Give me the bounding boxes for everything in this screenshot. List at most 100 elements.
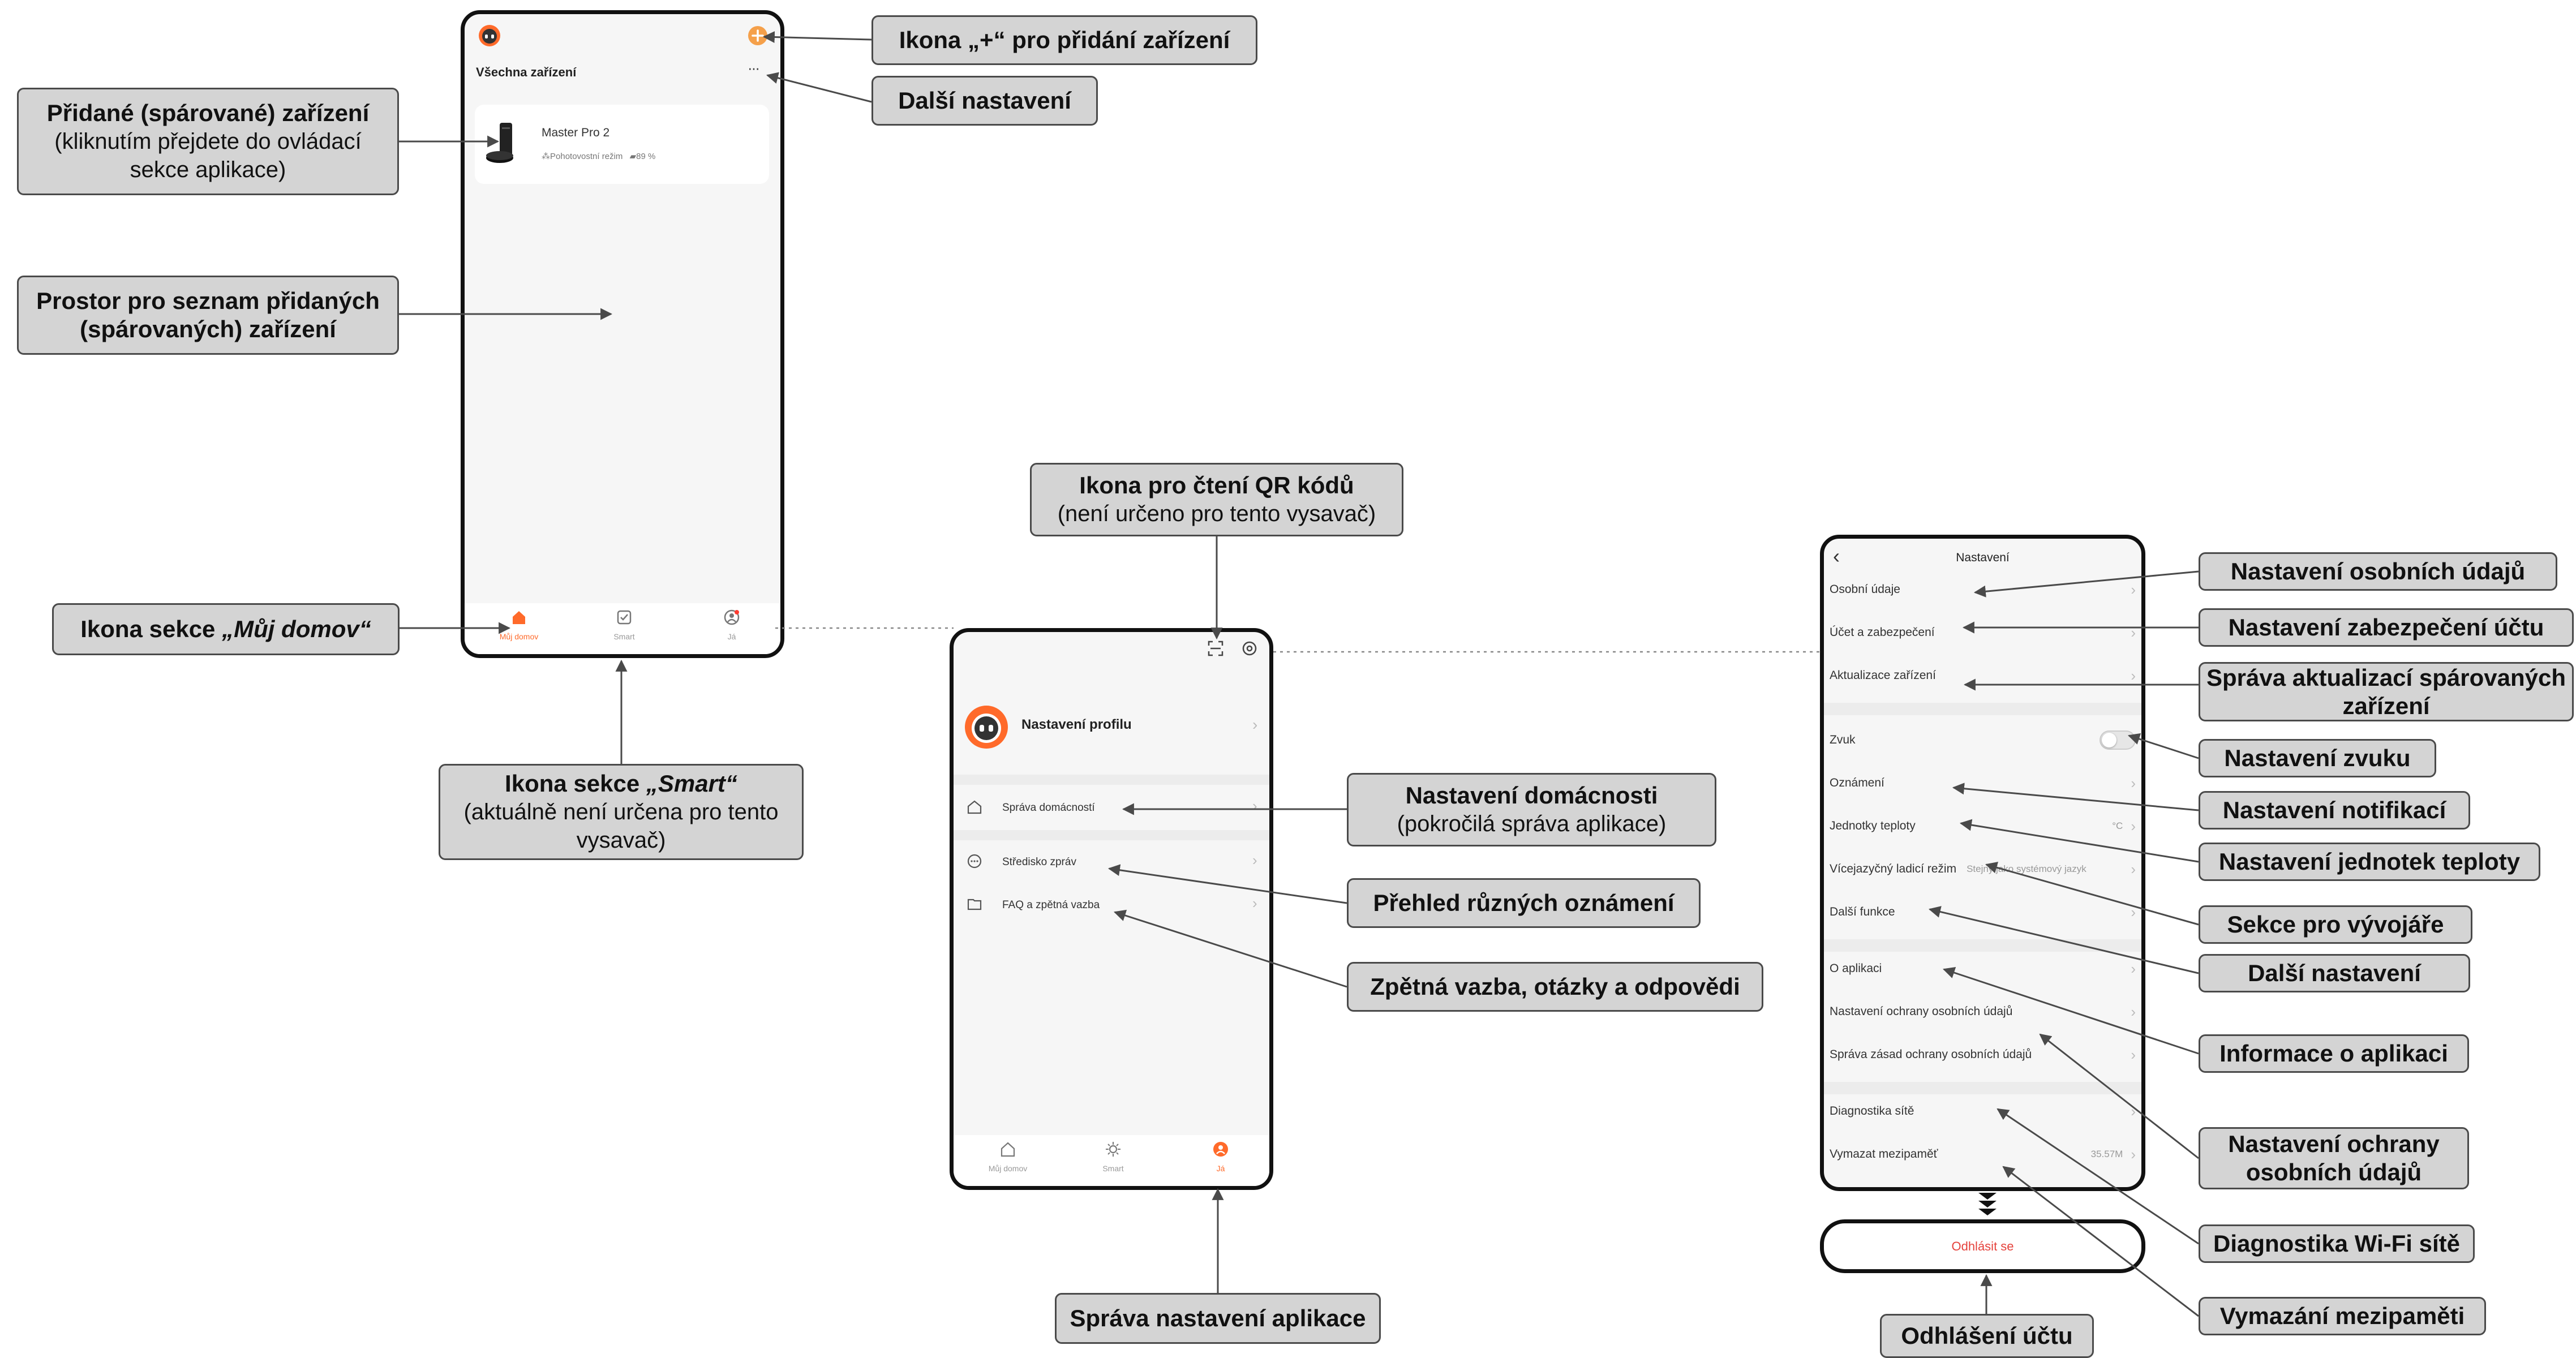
bottom-tab-bar: Můj domov Smart Já [465,603,780,654]
sound-toggle[interactable] [2100,730,2136,750]
tab-smart[interactable]: Smart [1079,1141,1147,1173]
qr-scan-icon[interactable] [1207,640,1224,657]
callout-paired-device: Přidané (spárované) zařízení (kliknutím … [17,88,399,195]
callout-logout: Odhlášení účtu [1880,1314,2094,1358]
profile-avatar [964,704,1009,750]
checkbox-icon [617,610,632,625]
menu-item-message-center[interactable]: Středisko zpráv › [954,843,1269,882]
book-icon [967,899,982,910]
chevron-right-icon: › [1252,852,1257,869]
profile-row[interactable]: Nastavení profilu › [954,700,1269,757]
callout-personal-data: Nastavení osobních údajů [2199,552,2557,591]
callout-account-security: Nastavení zabezpečení účtu [2199,608,2574,647]
settings-gear-icon[interactable] [1241,640,1258,657]
chevron-right-icon: › [2131,624,2136,641]
app-avatar-icon[interactable] [478,24,501,47]
callout-temperature: Nastavení jednotek teploty [2199,843,2540,881]
settings-row-more-features[interactable]: Další funkce › [1830,891,2136,934]
chevron-right-icon: › [2131,581,2136,598]
settings-row-clear-cache[interactable]: Vymazat mezipaměť 35.57M › [1830,1133,2136,1176]
menu-item-label: Správa domácností [1002,802,1095,814]
phone-settings: ‹ Nastavení Osobní údaje › Účet a zabezpe… [1820,535,2145,1191]
device-name: Master Pro 2 [542,126,610,139]
settings-row-temperature[interactable]: Jednotky teploty °C › [1830,805,2136,848]
menu-item-faq[interactable]: FAQ a zpětná vazba › [954,886,1269,925]
callout-qr-icon: Ikona pro čtení QR kódů (není určeno pro… [1030,463,1403,536]
callout-wifi-diagnostics: Diagnostika Wi-Fi sítě [2199,1224,2475,1263]
callout-sound: Nastavení zvuku [2199,739,2436,777]
callout-device-updates: Správa aktualizací spárovaných zařízení [2199,662,2574,721]
device-status: ⁂Pohotovostní režim ▰89 % [542,152,656,161]
menu-item-label: Středisko zpráv [1002,856,1076,868]
settings-row-notifications[interactable]: Oznámení › [1830,762,2136,805]
settings-row-account-security[interactable]: Účet a zabezpečení › [1830,611,2136,654]
sun-icon [1106,1142,1120,1157]
menu-item-label: FAQ a zpětná vazba [1002,899,1100,911]
callout-notifications: Nastavení notifikací [2199,791,2470,830]
user-icon [1213,1142,1228,1157]
annotated-screenshot: Všechna zařízení ··· Master Pro 2 ⁂Pohot… [0,0,2576,1358]
settings-row-privacy-settings[interactable]: Nastavení ochrany osobních údajů › [1830,990,2136,1033]
section-gap [954,830,1269,840]
settings-row-about[interactable]: O aplikaci › [1830,947,2136,990]
callout-clear-cache: Vymazání mezipaměti [2199,1297,2486,1335]
chevron-right-icon: › [1252,797,1257,814]
tab-me[interactable]: Já [698,609,766,641]
callout-feedback: Zpětná vazba, otázky a odpovědi [1347,962,1763,1012]
settings-row-network-diagnostics[interactable]: Diagnostika sítě › [1830,1090,2136,1133]
profile-settings-label: Nastavení profilu [1021,717,1132,732]
home-icon [1001,1142,1015,1157]
section-gap [954,775,1269,785]
chevron-right-icon: › [2131,1003,2136,1020]
callout-home-icon: Ikona sekce „Můj domov“ [52,603,400,655]
device-card[interactable]: Master Pro 2 ⁂Pohotovostní režim ▰89 % [475,105,769,184]
add-device-icon[interactable] [748,25,768,46]
chevron-right-icon: › [2131,1102,2136,1120]
callout-about: Informace o aplikaci [2199,1034,2469,1073]
callout-privacy: Nastavení ochrany osobních údajů [2199,1127,2469,1189]
connector-arrows [399,31,2199,1317]
house-icon [967,800,982,814]
callout-developers: Sekce pro vývojáře [2199,905,2472,944]
page-title: Všechna zařízení [476,65,577,79]
page-title: Nastavení [1956,551,2010,564]
settings-row-sound: Zvuk [1830,719,2136,762]
phone-me: Nastavení profilu › Správa domácností › … [950,628,1273,1190]
settings-row-personal-data[interactable]: Osobní údaje › [1830,568,2136,611]
chevron-right-icon: › [2131,960,2136,977]
home-icon [513,611,525,624]
section-gap [1824,703,2141,715]
settings-row-debug-mode[interactable]: Vícejazyčný ladicí režim Stejný jako syst… [1830,848,2136,891]
chevron-right-icon: › [2131,667,2136,684]
settings-row-privacy-policy[interactable]: Správa zásad ochrany osobních údajů › [1830,1033,2136,1076]
callout-more-settings-2: Další nastavení [2199,954,2470,992]
standby-icon: ⁂ [542,152,550,161]
battery-icon: ▰ [629,152,637,161]
callout-more-settings-top: Další nastavení [871,76,1098,126]
tab-my-home[interactable]: Můj domov [485,609,553,641]
chat-bubble-icon [967,854,982,869]
user-icon [724,609,740,625]
chevron-right-icon: › [2131,903,2136,921]
tab-me[interactable]: Já [1187,1141,1255,1173]
chevron-right-icon: › [1252,895,1257,912]
scroll-down-icon [1975,1191,2000,1218]
callout-smart-icon: Ikona sekce „Smart“ (aktuálně není určen… [439,764,804,860]
callout-device-list-space: Prostor pro seznam přidaných (spárovanýc… [17,276,399,355]
more-options-icon[interactable]: ··· [748,59,760,77]
tab-my-home[interactable]: Můj domov [974,1141,1042,1173]
menu-item-home-management[interactable]: Správa domácností › [954,788,1269,828]
callout-notifications-overview: Přehled různých oznámení [1347,878,1701,928]
callout-add-device-icon: Ikona „+“ pro přidání zařízení [871,15,1257,65]
chevron-right-icon: › [2131,860,2136,878]
chevron-right-icon: › [2131,1145,2136,1163]
tab-smart[interactable]: Smart [590,609,658,641]
settings-row-device-update[interactable]: Aktualizace zařízení › [1830,654,2136,697]
chevron-right-icon: › [2131,1046,2136,1063]
chevron-right-icon: › [1252,716,1258,733]
robot-vacuum-icon [485,121,519,166]
phone-my-home: Všechna zařízení ··· Master Pro 2 ⁂Pohot… [461,10,784,658]
logout-button[interactable]: Odhlásit se [1820,1219,2145,1273]
chevron-right-icon: › [2131,774,2136,792]
chevron-right-icon: › [2131,817,2136,835]
